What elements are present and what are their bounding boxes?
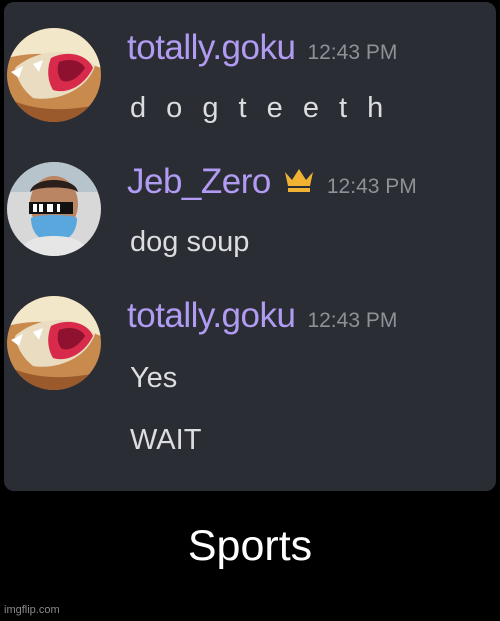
avatar-goku[interactable] xyxy=(7,28,101,122)
message-text: Yes xyxy=(130,362,178,394)
username[interactable]: Jeb_Zero xyxy=(127,162,271,202)
avatar-goku[interactable] xyxy=(7,296,101,390)
avatar-jeb-zero[interactable] xyxy=(7,162,101,256)
message-header: totally.goku 12:43 PM xyxy=(127,296,397,336)
username[interactable]: totally.goku xyxy=(127,296,296,336)
timestamp: 12:43 PM xyxy=(326,175,417,198)
message-text: dog soup xyxy=(130,226,250,258)
message-header: Jeb_Zero 12:43 PM xyxy=(127,162,417,202)
message-header: totally.goku 12:43 PM xyxy=(127,28,397,68)
meme-image: totally.goku 12:43 PM d o g t e e t h Je… xyxy=(0,0,500,621)
goku-mouth-avatar-icon xyxy=(7,28,101,122)
goku-mouth-avatar-icon xyxy=(7,296,101,390)
chat-message: Jeb_Zero 12:43 PM dog soup xyxy=(4,162,496,272)
watermark: imgflip.com xyxy=(4,604,60,616)
timestamp: 12:43 PM xyxy=(307,41,398,64)
message-text: WAIT xyxy=(130,424,202,456)
chat-screenshot: totally.goku 12:43 PM d o g t e e t h Je… xyxy=(4,2,496,491)
chat-message: totally.goku 12:43 PM Yes WAIT xyxy=(4,296,496,476)
crown-icon xyxy=(283,166,315,194)
message-text: d o g t e e t h xyxy=(130,92,390,124)
masked-person-avatar-icon xyxy=(7,162,101,256)
chat-message: totally.goku 12:43 PM d o g t e e t h xyxy=(4,28,496,138)
timestamp: 12:43 PM xyxy=(307,309,398,332)
meme-caption: Sports xyxy=(187,522,313,570)
username[interactable]: totally.goku xyxy=(127,28,296,68)
